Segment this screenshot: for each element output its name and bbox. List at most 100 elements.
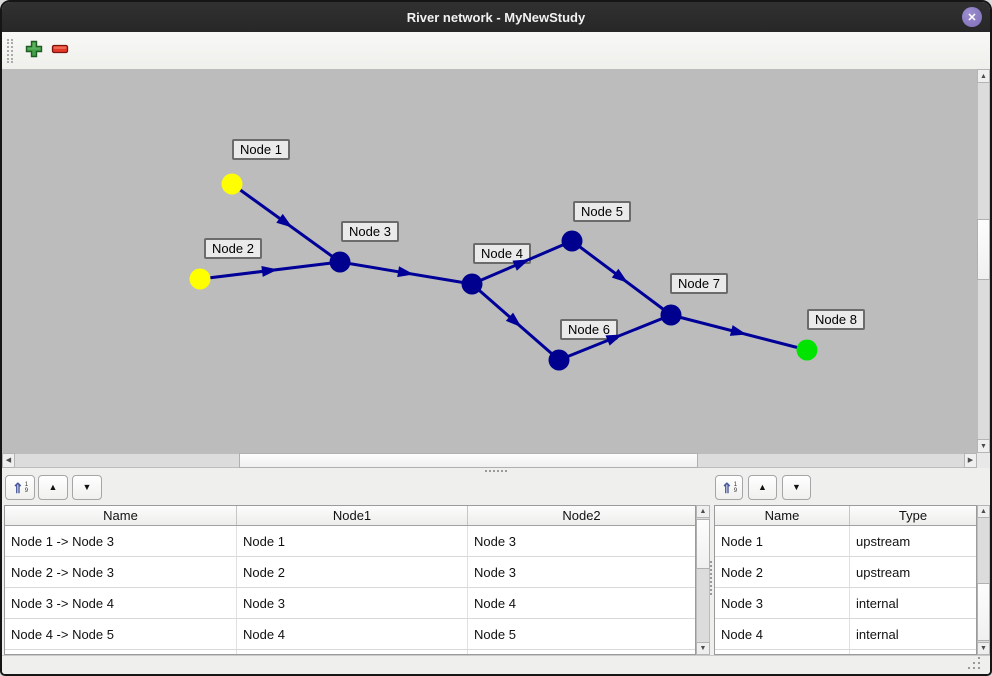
links-table-cell: Node 2 -> Node 3 xyxy=(5,557,237,587)
scroll-left-button[interactable]: ◀ xyxy=(2,453,15,468)
link-arrowhead-icon xyxy=(606,335,623,346)
toolbar-drag-handle[interactable] xyxy=(7,39,13,63)
vscroll-thumb[interactable] xyxy=(977,219,990,280)
right-arrow-icon: ▶ xyxy=(968,457,973,464)
links-table-row[interactable]: Node 4 -> Node 5Node 4Node 5 xyxy=(5,619,695,650)
sort-ascending-icon: ⇑ 19 xyxy=(721,481,737,495)
links-table-cell: Node 4 -> Node 5 xyxy=(5,619,237,649)
links-move-down-button[interactable]: ▼ xyxy=(72,475,102,500)
links-table-header-name[interactable]: Name xyxy=(5,506,237,525)
up-arrow-icon: ▲ xyxy=(49,483,58,492)
up-arrow-icon: ▲ xyxy=(980,73,987,80)
links-move-up-button[interactable]: ▲ xyxy=(38,475,68,500)
status-bar xyxy=(2,655,990,675)
scroll-up-button[interactable]: ▲ xyxy=(696,505,710,518)
links-table-cell: Node 4 xyxy=(468,588,695,618)
links-table-header-row: NameNode1Node2 xyxy=(5,506,695,526)
splitter-dots-icon xyxy=(485,470,507,472)
nodes-table-row[interactable]: Node 3internal xyxy=(715,588,976,619)
links-table-cell: Node 3 xyxy=(468,526,695,556)
bottom-panel: ⇑ 19 ▲ ▼ ⇑ 19 ▲ ▼ NameNode1Node2Node 1 -… xyxy=(2,473,990,655)
river-node[interactable] xyxy=(549,350,570,371)
scrollbar-corner xyxy=(977,453,990,468)
nodes-table-header-row: NameType xyxy=(715,506,976,526)
links-table-header-node2[interactable]: Node2 xyxy=(468,506,695,525)
nodes-sort-button[interactable]: ⇑ 19 xyxy=(715,475,743,500)
nodes-table-cell: internal xyxy=(850,588,976,618)
resize-grip-icon[interactable] xyxy=(978,657,980,659)
scroll-right-button[interactable]: ▶ xyxy=(964,453,977,468)
left-arrow-icon: ◀ xyxy=(6,457,11,464)
river-node[interactable] xyxy=(462,274,483,295)
nodes-table-header-name[interactable]: Name xyxy=(715,506,850,525)
up-arrow-icon: ▲ xyxy=(758,483,767,492)
link-arrowhead-icon xyxy=(261,266,278,277)
nodes-table-header-type[interactable]: Type xyxy=(850,506,976,525)
river-node[interactable] xyxy=(222,174,243,195)
river-node[interactable] xyxy=(797,340,818,361)
nodes-table-cell: Node 4 xyxy=(715,619,850,649)
titlebar[interactable]: River network - MyNewStudy ✕ xyxy=(2,2,990,32)
network-canvas[interactable]: Node 1Node 2Node 3Node 4Node 5Node 6Node… xyxy=(2,69,977,453)
close-icon: ✕ xyxy=(967,11,976,24)
remove-button[interactable] xyxy=(47,38,73,64)
minus-icon xyxy=(51,40,69,61)
plus-icon xyxy=(25,40,43,61)
nodes-table-cell: Node 2 xyxy=(715,557,850,587)
links-table-header-node1[interactable]: Node1 xyxy=(237,506,468,525)
link-arrowhead-icon xyxy=(512,259,529,270)
main-toolbar xyxy=(2,32,990,70)
links-table: NameNode1Node2Node 1 -> Node 3Node 1Node… xyxy=(4,505,696,655)
links-table-cell: Node 3 xyxy=(468,557,695,587)
links-table-cell: Node 2 xyxy=(237,557,468,587)
nodes-table-row[interactable]: Node 2upstream xyxy=(715,557,976,588)
nodes-move-up-button[interactable]: ▲ xyxy=(748,475,777,500)
link-arrowhead-icon xyxy=(397,266,414,277)
sort-ascending-icon: ⇑ 19 xyxy=(12,481,28,495)
links-table-cell: Node 1 xyxy=(237,526,468,556)
nodes-table-cell: internal xyxy=(850,619,976,649)
nodes-table-row[interactable]: Node 1upstream xyxy=(715,526,976,557)
scroll-up-button[interactable]: ▲ xyxy=(977,505,990,518)
scroll-down-button[interactable]: ▼ xyxy=(696,642,710,655)
hscroll-thumb[interactable] xyxy=(239,453,698,468)
scroll-down-button[interactable]: ▼ xyxy=(977,439,990,453)
nodes-vscroll-thumb[interactable] xyxy=(977,583,990,641)
links-table-cell: Node 5 xyxy=(468,619,695,649)
nodes-table-cell: Node 1 xyxy=(715,526,850,556)
links-table-row[interactable]: Node 1 -> Node 3Node 1Node 3 xyxy=(5,526,695,557)
nodes-table: NameTypeNode 1upstreamNode 2upstreamNode… xyxy=(714,505,977,655)
river-node[interactable] xyxy=(330,252,351,273)
river-network-window: River network - MyNewStudy ✕ Nod xyxy=(0,0,992,676)
river-node[interactable] xyxy=(562,231,583,252)
add-button[interactable] xyxy=(21,38,47,64)
window-title: River network - MyNewStudy xyxy=(407,10,585,25)
links-table-row[interactable]: Node 3 -> Node 4Node 3Node 4 xyxy=(5,588,695,619)
nodes-table-cell: upstream xyxy=(850,557,976,587)
link-arrowhead-icon xyxy=(730,325,747,336)
down-arrow-icon: ▼ xyxy=(792,483,801,492)
river-node[interactable] xyxy=(190,269,211,290)
close-button[interactable]: ✕ xyxy=(962,7,982,27)
links-table-row[interactable]: Node 2 -> Node 3Node 2Node 3 xyxy=(5,557,695,588)
down-arrow-icon: ▼ xyxy=(980,443,987,450)
river-node[interactable] xyxy=(661,305,682,326)
links-vscroll-thumb[interactable] xyxy=(696,519,710,569)
network-graph-svg xyxy=(2,69,977,453)
down-arrow-icon: ▼ xyxy=(83,483,92,492)
scroll-down-button[interactable]: ▼ xyxy=(977,642,990,655)
links-table-cell: Node 1 -> Node 3 xyxy=(5,526,237,556)
up-arrow-icon: ▲ xyxy=(700,508,707,515)
nodes-table-cell: upstream xyxy=(850,526,976,556)
links-sort-button[interactable]: ⇑ 19 xyxy=(5,475,35,500)
nodes-table-row[interactable]: Node 4internal xyxy=(715,619,976,650)
down-arrow-icon: ▼ xyxy=(700,645,707,652)
down-arrow-icon: ▼ xyxy=(980,645,987,652)
links-table-cell: Node 3 xyxy=(237,588,468,618)
nodes-move-down-button[interactable]: ▼ xyxy=(782,475,811,500)
nodes-table-cell: Node 3 xyxy=(715,588,850,618)
up-arrow-icon: ▲ xyxy=(980,508,987,515)
scroll-up-button[interactable]: ▲ xyxy=(977,69,990,83)
links-table-cell: Node 4 xyxy=(237,619,468,649)
links-table-cell: Node 3 -> Node 4 xyxy=(5,588,237,618)
